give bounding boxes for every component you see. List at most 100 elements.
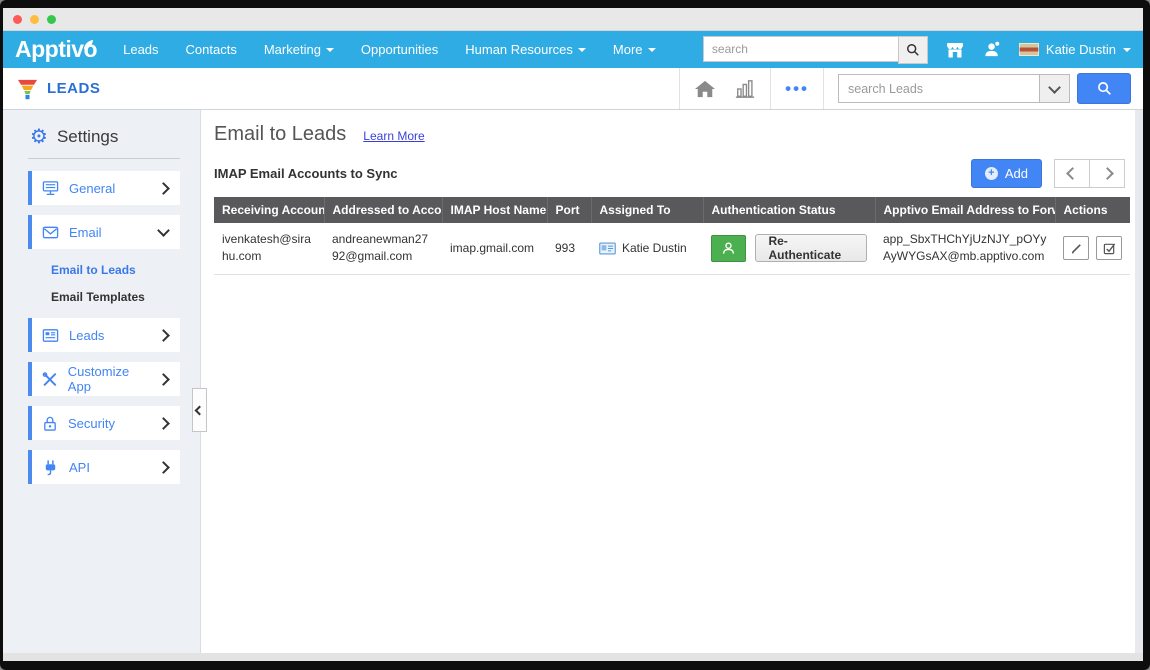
global-search-button[interactable] xyxy=(898,36,928,64)
cell-assigned-to: Katie Dustin xyxy=(591,223,703,274)
col-header-authentication-status: Authentication Status xyxy=(703,197,875,223)
main-menu: Leads Contacts Marketing Opportunities H… xyxy=(123,42,655,57)
overflow-dots-icon: ••• xyxy=(785,80,809,97)
overflow-menu[interactable]: ••• xyxy=(770,68,823,109)
apptivo-logo[interactable]: Apptivo xyxy=(15,36,97,63)
verify-button[interactable] xyxy=(1096,236,1122,260)
app-search-input[interactable] xyxy=(839,75,1039,102)
home-button[interactable] xyxy=(694,79,716,99)
global-search-input[interactable] xyxy=(703,36,898,62)
nav-item-opportunities[interactable]: Opportunities xyxy=(361,42,438,57)
app-store-button[interactable] xyxy=(944,39,966,61)
caret-down-icon xyxy=(326,48,334,52)
sidebar-item-leads[interactable]: Leads xyxy=(28,318,180,352)
sidebar-item-general[interactable]: General xyxy=(28,171,180,205)
caret-down-icon xyxy=(1123,48,1131,52)
sidebar-item-customize-app[interactable]: Customize App xyxy=(28,362,180,396)
auth-status-button[interactable] xyxy=(711,235,746,262)
cell-actions xyxy=(1055,223,1130,274)
cell-receiving-account: ivenkatesh@sirahu.com xyxy=(214,223,324,274)
chevron-down-icon xyxy=(1048,81,1061,94)
lock-icon xyxy=(42,415,58,432)
app-search-button[interactable] xyxy=(1077,73,1131,104)
chevron-right-icon xyxy=(157,417,170,430)
pagination xyxy=(1054,159,1125,188)
main-content: Email to Leads Learn More IMAP Email Acc… xyxy=(201,110,1135,653)
tools-icon xyxy=(42,371,58,388)
nav-item-human-resources[interactable]: Human Resources xyxy=(465,42,586,57)
scrollbar-gutter[interactable] xyxy=(1135,110,1143,653)
notifications-button[interactable] xyxy=(982,39,1003,60)
nav-item-marketing[interactable]: Marketing xyxy=(264,42,334,57)
chevron-right-icon xyxy=(157,373,170,386)
window-zoom-button[interactable] xyxy=(47,15,56,24)
contact-card-icon xyxy=(599,242,616,255)
sidebar-item-api[interactable]: API xyxy=(28,450,180,484)
settings-header: ⚙ Settings xyxy=(3,110,200,147)
table-header-row: Receiving Account Addressed to Account I… xyxy=(214,197,1130,223)
plug-icon xyxy=(42,459,59,476)
cell-imap-host-name: imap.gmail.com xyxy=(442,223,547,274)
top-navigation-bar: Apptivo Leads Contacts Marketing Opportu… xyxy=(3,31,1143,68)
nav-item-leads[interactable]: Leads xyxy=(123,42,158,57)
window-titlebar xyxy=(3,8,1143,31)
pencil-icon xyxy=(1070,242,1083,255)
col-header-imap-host-name: IMAP Host Name xyxy=(442,197,547,223)
settings-title: Settings xyxy=(57,127,118,147)
re-authenticate-button[interactable]: Re-Authenticate xyxy=(755,234,867,262)
sidebar-item-email[interactable]: Email xyxy=(28,215,180,249)
checkbox-check-icon xyxy=(1103,242,1116,255)
sidebar-collapse-handle[interactable] xyxy=(192,388,207,432)
sidebar-item-email-templates[interactable]: Email Templates xyxy=(51,290,200,304)
page-title: Email to Leads xyxy=(214,123,346,146)
cell-forward-address: app_SbxTHChYjUzNJY_pOYyAyWYGsAX@mb.appti… xyxy=(875,223,1055,274)
monitor-icon xyxy=(42,180,59,197)
leads-funnel-icon xyxy=(17,78,38,100)
plus-icon: + xyxy=(985,167,998,180)
cell-port: 993 xyxy=(547,223,591,274)
app-toolbar-icons xyxy=(679,68,770,109)
app-header-bar: LEADS ••• xyxy=(3,68,1143,110)
cell-authentication-status: Re-Authenticate xyxy=(703,223,875,274)
table-row: ivenkatesh@sirahu.com andreanewman2792@g… xyxy=(214,223,1130,274)
nav-item-contacts[interactable]: Contacts xyxy=(186,42,237,57)
user-menu[interactable]: Katie Dustin xyxy=(1019,42,1131,57)
search-icon xyxy=(906,43,920,57)
sidebar-item-email-to-leads[interactable]: Email to Leads xyxy=(51,263,200,277)
learn-more-link[interactable]: Learn More xyxy=(363,129,424,143)
screenshot-frame: Apptivo Leads Contacts Marketing Opportu… xyxy=(0,0,1150,670)
bar-chart-icon xyxy=(734,79,756,99)
search-options-dropdown[interactable] xyxy=(1039,75,1069,102)
imap-accounts-table: Receiving Account Addressed to Account I… xyxy=(214,197,1130,275)
envelope-icon xyxy=(42,225,59,240)
reports-button[interactable] xyxy=(734,79,756,99)
prev-page-button[interactable] xyxy=(1054,159,1090,188)
leads-doc-icon xyxy=(42,328,59,343)
col-header-addressed-to-account: Addressed to Account xyxy=(324,197,442,223)
user-notification-icon xyxy=(982,39,1003,60)
col-header-assigned-to: Assigned To xyxy=(591,197,703,223)
search-icon xyxy=(1097,81,1112,96)
edit-button[interactable] xyxy=(1063,236,1089,260)
email-submenu: Email to Leads Email Templates xyxy=(3,259,200,312)
col-header-forward-address: Apptivo Email Address to Forward xyxy=(875,197,1055,223)
chevron-left-icon xyxy=(195,405,205,415)
chevron-right-icon xyxy=(157,329,170,342)
chevron-left-icon xyxy=(1066,167,1079,180)
global-search xyxy=(703,36,928,64)
chevron-right-icon xyxy=(157,182,170,195)
divider xyxy=(28,158,180,159)
settings-sidebar: ⚙ Settings General Email Email to Leads xyxy=(3,110,201,653)
nav-item-more[interactable]: More xyxy=(613,42,656,57)
flag-icon xyxy=(1019,43,1039,56)
browser-window: Apptivo Leads Contacts Marketing Opportu… xyxy=(3,8,1143,661)
caret-down-icon xyxy=(648,48,656,52)
add-button[interactable]: + Add xyxy=(971,159,1042,188)
sidebar-item-security[interactable]: Security xyxy=(28,406,180,440)
store-icon xyxy=(944,39,966,61)
window-close-button[interactable] xyxy=(13,15,22,24)
window-minimize-button[interactable] xyxy=(30,15,39,24)
next-page-button[interactable] xyxy=(1090,159,1125,188)
app-name[interactable]: LEADS xyxy=(47,80,100,97)
chevron-down-icon xyxy=(157,224,170,237)
